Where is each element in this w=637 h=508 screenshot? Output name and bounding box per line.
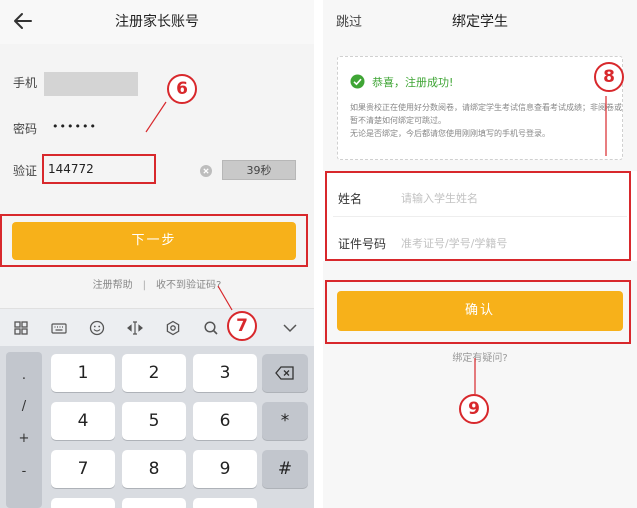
phone-field[interactable] xyxy=(44,72,138,96)
register-parent-screen: 注册家长账号 手机 密码 •••••• 验证 39秒 下一步 注册帮助 | 收不到验… xyxy=(0,0,314,508)
check-circle-icon xyxy=(350,74,365,89)
register-help-link[interactable]: 注册帮助 xyxy=(93,280,133,291)
confirm-button[interactable]: 确认 xyxy=(337,291,623,331)
keyboard-toolbar xyxy=(0,308,314,346)
step-badge-8: 8 xyxy=(594,62,624,92)
step-badge-6: 6 xyxy=(167,74,197,104)
grid-icon[interactable] xyxy=(13,320,29,336)
key-star[interactable]: * xyxy=(262,402,308,440)
settings-icon[interactable] xyxy=(165,320,181,336)
bind-student-screen: 跳过 绑定学生 恭喜，注册成功! 如果贵校正在使用好分数阅卷，请绑定学生考试信息… xyxy=(323,0,637,508)
key-2[interactable]: 2 xyxy=(122,354,186,392)
emoji-icon[interactable] xyxy=(89,320,105,336)
symbol-column: . / + - xyxy=(6,352,42,508)
bind-form-highlight-box xyxy=(325,171,631,261)
page-title: 注册家长账号 xyxy=(115,14,199,30)
success-message: 恭喜，注册成功! xyxy=(372,76,454,89)
key-6[interactable]: 6 xyxy=(193,402,257,440)
key-8[interactable]: 8 xyxy=(122,450,186,488)
screen-gap xyxy=(314,0,323,508)
key-1[interactable]: 1 xyxy=(51,354,115,392)
password-field[interactable]: •••••• xyxy=(52,120,97,133)
notice-line: 无论是否绑定，今后都请您使用刚刚填写的手机号登录。 xyxy=(350,129,550,138)
code-highlight-box xyxy=(42,154,156,184)
notice-line: 如果贵校正在使用好分数阅卷，请绑定学生考试信息查看考试成绩；非阅卷或暂不清楚如何… xyxy=(350,103,622,125)
success-notice-card: 恭喜，注册成功! 如果贵校正在使用好分数阅卷，请绑定学生考试信息查看考试成绩；非… xyxy=(337,56,623,160)
link-separator: | xyxy=(142,280,147,291)
help-links: 注册帮助 | 收不到验证码? xyxy=(0,276,314,291)
collapse-chevron-icon[interactable] xyxy=(282,320,298,336)
key-hash[interactable]: # xyxy=(262,450,308,488)
annotation-arrow-7 xyxy=(217,285,233,311)
backspace-key[interactable] xyxy=(262,354,308,392)
no-code-link[interactable]: 收不到验证码? xyxy=(156,280,221,291)
next-step-button[interactable]: 下一步 xyxy=(12,222,296,260)
key-9[interactable]: 9 xyxy=(193,450,257,488)
step-badge-7: 7 xyxy=(227,311,257,341)
keyboard-icon[interactable] xyxy=(51,320,67,336)
top-bar: 跳过 绑定学生 xyxy=(323,0,637,40)
backspace-icon xyxy=(275,366,294,380)
annotation-arrow-8 xyxy=(605,96,607,156)
resend-countdown-button[interactable]: 39秒 xyxy=(222,160,296,180)
notice-text: 如果贵校正在使用好分数阅卷，请绑定学生考试信息查看考试成绩；非阅卷或暂不清楚如何… xyxy=(350,101,622,140)
key-row-partial[interactable] xyxy=(122,498,186,508)
bind-question-link[interactable]: 绑定有疑问? xyxy=(323,349,637,364)
code-label: 验证 xyxy=(13,164,38,178)
search-icon[interactable] xyxy=(203,320,219,336)
password-label: 密码 xyxy=(13,122,38,136)
key-dot[interactable]: . xyxy=(6,368,42,383)
step-badge-9: 9 xyxy=(459,394,489,424)
page-title: 绑定学生 xyxy=(452,14,508,30)
clear-circle-icon[interactable] xyxy=(200,165,212,177)
annotation-arrow-9 xyxy=(474,358,476,394)
key-4[interactable]: 4 xyxy=(51,402,115,440)
annotation-arrow-6 xyxy=(145,101,167,133)
key-7[interactable]: 7 xyxy=(51,450,115,488)
key-row-partial[interactable] xyxy=(51,498,115,508)
cursor-icon[interactable] xyxy=(127,320,143,336)
top-bar: 注册家长账号 xyxy=(0,0,314,44)
key-plus[interactable]: + xyxy=(6,431,42,446)
key-minus[interactable]: - xyxy=(6,464,42,479)
key-row-partial[interactable] xyxy=(193,498,257,508)
key-5[interactable]: 5 xyxy=(122,402,186,440)
numeric-keyboard: . / + - 1 2 3 4 5 6 * 7 8 9 # xyxy=(0,346,314,508)
key-3[interactable]: 3 xyxy=(193,354,257,392)
key-slash[interactable]: / xyxy=(6,399,42,414)
phone-label: 手机 xyxy=(13,76,38,90)
